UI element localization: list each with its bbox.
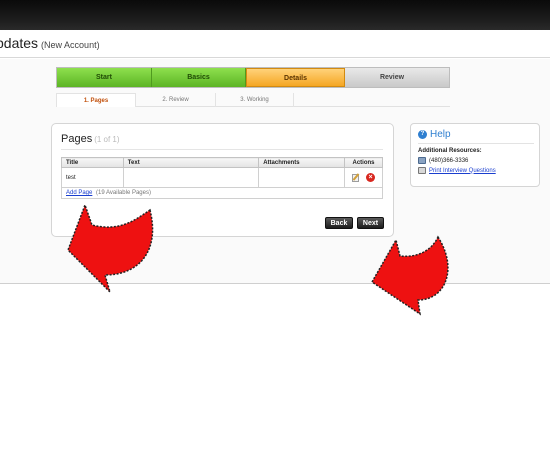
- wizard-step-basics[interactable]: Basics: [152, 68, 246, 87]
- back-button[interactable]: Back: [325, 217, 353, 229]
- panel-title: Pages (1 of 1): [61, 133, 120, 145]
- column-header-text[interactable]: Text: [122, 157, 260, 168]
- resources-label: Additional Resources:: [418, 148, 482, 154]
- pages-table: Title Text Attachments Actions test × Ad…: [61, 157, 383, 199]
- divider: [61, 149, 383, 150]
- top-bar: [0, 0, 550, 30]
- wizard-steps: Start Basics Details Review: [56, 67, 450, 88]
- help-title: Help: [430, 129, 451, 140]
- title-bar: pdates (New Account): [0, 30, 550, 58]
- delete-icon[interactable]: ×: [366, 173, 375, 182]
- substep-pages[interactable]: 1. Pages: [56, 93, 136, 107]
- cell-title: test: [61, 167, 124, 188]
- edit-icon[interactable]: [352, 173, 361, 182]
- column-header-attachments[interactable]: Attachments: [258, 157, 346, 168]
- page-title-text: pdates: [0, 35, 39, 51]
- pages-title: Pages: [61, 133, 93, 145]
- table-header-row: Title Text Attachments Actions: [61, 157, 383, 168]
- table-footer: Add Page (19 Available Pages): [61, 187, 383, 199]
- print-questions-link[interactable]: Print Interview Questions: [429, 168, 496, 174]
- phone-number: (480)366-3336: [429, 157, 469, 164]
- wizard-step-review[interactable]: Review: [345, 68, 439, 87]
- wizard-step-spacer: [439, 68, 449, 87]
- page-title: pdates (New Account): [0, 35, 100, 51]
- substep-working[interactable]: 3. Working: [216, 93, 294, 107]
- page-subtitle: (New Account): [41, 40, 100, 50]
- help-header: ? Help: [418, 129, 451, 140]
- cell-actions: ×: [344, 167, 383, 188]
- column-header-actions: Actions: [344, 157, 383, 168]
- help-panel: ? Help Additional Resources: (480)366-33…: [410, 123, 540, 187]
- wizard-step-start[interactable]: Start: [57, 68, 152, 87]
- add-page-link[interactable]: Add Page: [66, 190, 92, 196]
- cell-text: [122, 167, 260, 188]
- print-row: Print Interview Questions: [418, 167, 496, 174]
- column-header-title[interactable]: Title: [61, 157, 124, 168]
- help-icon: ?: [418, 130, 427, 139]
- table-footer-row: Add Page (19 Available Pages): [61, 187, 383, 199]
- wizard-step-details[interactable]: Details: [246, 68, 345, 87]
- cell-attachments: [258, 167, 346, 188]
- phone-icon: [418, 157, 426, 164]
- divider: [418, 143, 534, 144]
- phone-row: (480)366-3336: [418, 157, 468, 164]
- table-row[interactable]: test ×: [61, 167, 383, 188]
- next-button[interactable]: Next: [357, 217, 384, 229]
- pages-panel: Pages (1 of 1) Title Text Attachments Act…: [51, 123, 394, 237]
- available-pages-text: (19 Available Pages): [96, 190, 151, 196]
- wizard-substeps: 1. Pages 2. Review 3. Working: [56, 93, 450, 107]
- substep-review[interactable]: 2. Review: [136, 93, 216, 107]
- pages-count: (1 of 1): [94, 135, 120, 144]
- printer-icon: [418, 167, 426, 174]
